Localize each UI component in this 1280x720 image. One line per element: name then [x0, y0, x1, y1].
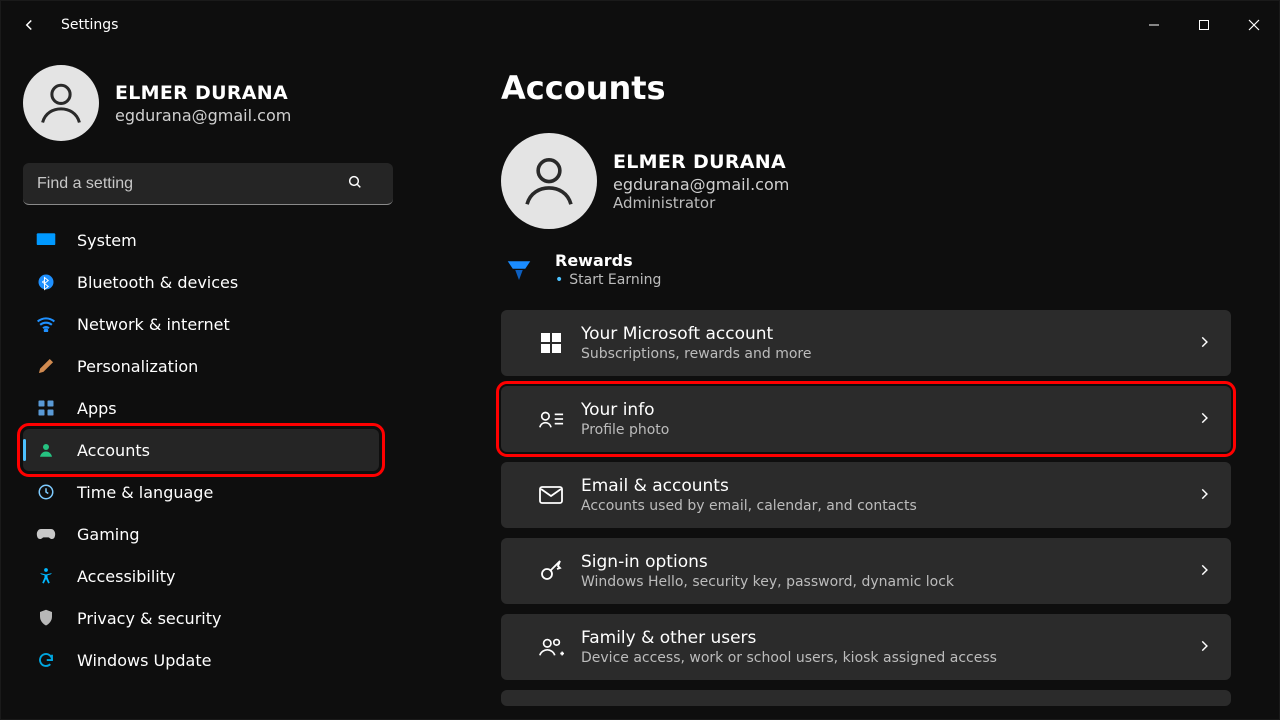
account-role: Administrator	[613, 194, 789, 212]
profile-name: ELMER DURANA	[115, 82, 291, 104]
search-input[interactable]	[23, 163, 393, 205]
gamepad-icon	[35, 527, 57, 541]
sidebar-item-windows-update[interactable]: Windows Update	[23, 639, 379, 681]
sidebar-item-bluetooth[interactable]: Bluetooth & devices	[23, 261, 379, 303]
rewards-title: Rewards	[555, 251, 661, 270]
profile-email: egdurana@gmail.com	[115, 106, 291, 125]
shield-icon	[35, 609, 57, 627]
chevron-right-icon	[1197, 562, 1211, 581]
sidebar-item-gaming[interactable]: Gaming	[23, 513, 379, 555]
card-cutoff[interactable]	[501, 690, 1231, 706]
sidebar-item-network[interactable]: Network & internet	[23, 303, 379, 345]
account-name: ELMER DURANA	[613, 151, 789, 173]
maximize-button[interactable]	[1179, 7, 1229, 43]
monitor-icon	[35, 232, 57, 248]
refresh-icon	[35, 651, 57, 669]
card-title: Your info	[581, 400, 1197, 420]
sidebar-item-personalization[interactable]: Personalization	[23, 345, 379, 387]
card-sub: Accounts used by email, calendar, and co…	[581, 498, 1197, 514]
card-title: Family & other users	[581, 628, 1197, 648]
sidebar-item-label: Bluetooth & devices	[77, 273, 238, 292]
avatar-icon	[501, 133, 597, 229]
sidebar-item-time-language[interactable]: Time & language	[23, 471, 379, 513]
person-card-icon	[529, 408, 573, 430]
card-title: Sign-in options	[581, 552, 1197, 572]
card-title: Email & accounts	[581, 476, 1197, 496]
sidebar-item-label: Personalization	[77, 357, 198, 376]
wifi-icon	[35, 316, 57, 332]
card-sub: Subscriptions, rewards and more	[581, 346, 1197, 362]
card-title: Your Microsoft account	[581, 324, 1197, 344]
window-controls	[1129, 7, 1279, 43]
card-email-accounts[interactable]: Email & accounts Accounts used by email,…	[501, 462, 1231, 528]
sidebar: ELMER DURANA egdurana@gmail.com System B…	[1, 49, 401, 720]
sidebar-item-accessibility[interactable]: Accessibility	[23, 555, 379, 597]
person-icon	[35, 441, 57, 459]
card-family-other-users[interactable]: Family & other users Device access, work…	[501, 614, 1231, 680]
close-button[interactable]	[1229, 7, 1279, 43]
chevron-right-icon	[1197, 486, 1211, 505]
sidebar-item-label: Windows Update	[77, 651, 211, 670]
clock-globe-icon	[35, 483, 57, 501]
sidebar-item-accounts[interactable]: Accounts	[23, 429, 379, 471]
sidebar-item-label: Time & language	[77, 483, 213, 502]
bluetooth-icon	[35, 273, 57, 291]
card-sub: Windows Hello, security key, password, d…	[581, 574, 1197, 590]
sidebar-item-label: Privacy & security	[77, 609, 221, 628]
window-title: Settings	[61, 17, 118, 33]
minimize-button[interactable]	[1129, 7, 1179, 43]
key-icon	[529, 559, 573, 583]
accessibility-icon	[35, 567, 57, 585]
card-sub: Device access, work or school users, kio…	[581, 650, 1197, 666]
chevron-right-icon	[1197, 334, 1211, 353]
sidebar-item-label: Apps	[77, 399, 117, 418]
mail-icon	[529, 486, 573, 504]
account-email: egdurana@gmail.com	[613, 175, 789, 194]
rewards-block[interactable]: Rewards •Start Earning	[501, 251, 1239, 288]
avatar-icon	[23, 65, 99, 141]
people-plus-icon	[529, 636, 573, 658]
card-sub: Profile photo	[581, 422, 1197, 438]
sidebar-item-label: System	[77, 231, 137, 250]
card-microsoft-account[interactable]: Your Microsoft account Subscriptions, re…	[501, 310, 1231, 376]
sidebar-profile[interactable]: ELMER DURANA egdurana@gmail.com	[23, 65, 379, 141]
chevron-right-icon	[1197, 410, 1211, 429]
sidebar-item-apps[interactable]: Apps	[23, 387, 379, 429]
sidebar-item-label: Network & internet	[77, 315, 230, 334]
account-profile: ELMER DURANA egdurana@gmail.com Administ…	[501, 133, 1239, 229]
chevron-right-icon	[1197, 638, 1211, 657]
sidebar-item-label: Gaming	[77, 525, 140, 544]
apps-icon	[35, 399, 57, 417]
windows-icon	[529, 331, 573, 355]
paintbrush-icon	[35, 357, 57, 375]
rewards-icon	[501, 251, 537, 285]
search-icon	[347, 174, 363, 194]
card-sign-in-options[interactable]: Sign-in options Windows Hello, security …	[501, 538, 1231, 604]
rewards-sub: •Start Earning	[555, 272, 661, 288]
card-your-info[interactable]: Your info Profile photo	[501, 386, 1231, 452]
sidebar-item-label: Accounts	[77, 441, 150, 460]
main-content: Accounts ELMER DURANA egdurana@gmail.com…	[401, 49, 1279, 720]
titlebar: Settings	[1, 1, 1279, 49]
sidebar-item-privacy-security[interactable]: Privacy & security	[23, 597, 379, 639]
sidebar-item-label: Accessibility	[77, 567, 175, 586]
back-button[interactable]	[15, 11, 43, 39]
sidebar-item-system[interactable]: System	[23, 219, 379, 261]
page-title: Accounts	[501, 69, 1239, 107]
